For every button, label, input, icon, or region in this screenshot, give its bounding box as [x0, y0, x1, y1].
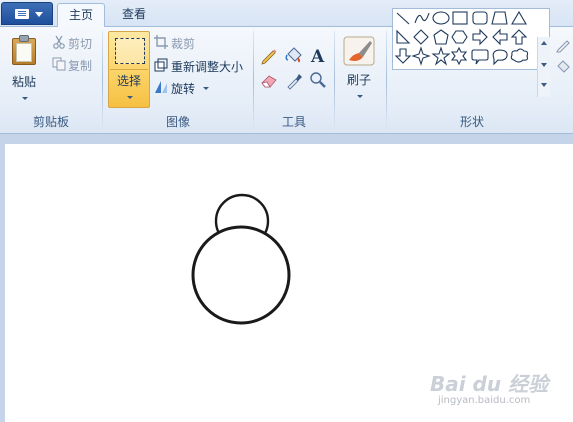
- clipboard-group-label: 剪贴板: [32, 115, 69, 129]
- six-point-star-shape-icon[interactable]: [450, 46, 468, 66]
- select-label: 选择: [117, 74, 142, 88]
- rectangle-shape-icon[interactable]: [452, 11, 468, 25]
- clipboard-icon: [12, 35, 38, 65]
- svg-text:A: A: [310, 47, 325, 65]
- color-picker-icon[interactable]: [284, 70, 304, 90]
- scissors-icon: [53, 35, 65, 49]
- pentagon-shape-icon[interactable]: [433, 29, 449, 45]
- right-arrow-shape-icon[interactable]: [472, 28, 488, 46]
- right-triangle-shape-icon[interactable]: [396, 29, 411, 44]
- paste-label: 粘贴: [12, 75, 37, 89]
- five-point-star-shape-icon[interactable]: [431, 46, 451, 66]
- rounded-callout-shape-icon[interactable]: [471, 49, 489, 65]
- crop-label: 裁剪: [171, 37, 196, 51]
- brushes-label: 刷子: [347, 73, 372, 87]
- tab-home[interactable]: 主页: [57, 3, 105, 27]
- polygon-shape-icon[interactable]: [491, 11, 508, 25]
- left-arrow-shape-icon[interactable]: [492, 28, 508, 46]
- diamond-shape-icon[interactable]: [413, 29, 429, 45]
- shapes-group-label: 形状: [459, 115, 484, 129]
- resize-label: 重新调整大小: [171, 60, 244, 74]
- tools-group-label: 工具: [281, 115, 306, 129]
- large-circle-drawing: [191, 225, 291, 325]
- scroll-up-icon[interactable]: [541, 41, 547, 45]
- shapes-gallery: [392, 8, 550, 70]
- copy-icon: [52, 57, 66, 71]
- clipboard-group: 粘贴 剪切 复制 剪贴板: [0, 27, 102, 133]
- up-arrow-shape-icon[interactable]: [510, 29, 528, 45]
- chevron-down-icon: [357, 95, 363, 98]
- crop-button[interactable]: 裁剪: [154, 34, 214, 52]
- copy-label: 复制: [68, 59, 93, 73]
- brushes-button[interactable]: 刷子: [338, 31, 382, 107]
- rotate-label: 旋转: [171, 82, 196, 96]
- group-divider: [334, 31, 335, 129]
- cloud-callout-shape-icon[interactable]: [510, 48, 529, 63]
- crop-icon: [154, 35, 168, 49]
- four-point-star-shape-icon[interactable]: [411, 46, 431, 66]
- expand-gallery-icon[interactable]: [541, 83, 547, 87]
- chevron-down-icon: [22, 97, 28, 100]
- magnifier-icon[interactable]: [308, 70, 328, 90]
- chevron-down-icon: [203, 87, 209, 90]
- rotate-icon: [155, 81, 167, 93]
- copy-button[interactable]: 复制: [50, 56, 98, 74]
- resize-icon: [154, 58, 168, 72]
- line-shape-icon[interactable]: [396, 12, 410, 25]
- application-menu-button[interactable]: [1, 2, 53, 25]
- select-button[interactable]: 选择: [108, 31, 150, 108]
- cut-button[interactable]: 剪切: [50, 34, 98, 52]
- document-icon: [15, 9, 29, 19]
- brush-icon: [343, 36, 375, 66]
- cut-label: 剪切: [68, 37, 93, 51]
- pencil-icon[interactable]: [259, 45, 279, 65]
- chevron-down-icon: [35, 12, 43, 17]
- shapes-grid: [394, 10, 529, 66]
- triangle-shape-icon[interactable]: [511, 10, 527, 25]
- shapes-gallery-scrollbar[interactable]: [537, 37, 550, 97]
- down-arrow-shape-icon[interactable]: [394, 48, 412, 64]
- selection-marquee-icon: [115, 38, 145, 64]
- watermark-text: Bai du 经验: [430, 372, 549, 396]
- baidu-watermark: Bai du 经验 jingyan.baidu.com: [430, 368, 570, 412]
- paste-button[interactable]: 粘贴: [4, 29, 44, 107]
- hexagon-shape-icon[interactable]: [451, 30, 468, 44]
- curve-shape-icon[interactable]: [414, 12, 430, 24]
- watermark-url: jingyan.baidu.com: [438, 395, 531, 406]
- chevron-down-icon: [127, 96, 133, 99]
- fill-icon[interactable]: [555, 57, 571, 73]
- oval-shape-icon[interactable]: [432, 11, 450, 25]
- scroll-down-icon[interactable]: [541, 63, 547, 67]
- text-icon[interactable]: A: [308, 45, 328, 65]
- rounded-rectangle-shape-icon[interactable]: [472, 11, 488, 25]
- paint-window: 主页 查看 粘贴 剪切 复制 剪贴板 图像 选择 裁剪 重新调整大小 旋转 工具…: [0, 0, 573, 422]
- tab-view[interactable]: 查看: [111, 3, 157, 27]
- eraser-icon[interactable]: [259, 70, 279, 90]
- outline-icon[interactable]: [555, 37, 571, 53]
- oval-callout-shape-icon[interactable]: [492, 49, 508, 66]
- rotate-button[interactable]: 旋转: [154, 79, 214, 97]
- resize-button[interactable]: 重新调整大小: [154, 57, 250, 75]
- image-group-label: 图像: [165, 115, 190, 129]
- fill-bucket-icon[interactable]: [284, 45, 304, 65]
